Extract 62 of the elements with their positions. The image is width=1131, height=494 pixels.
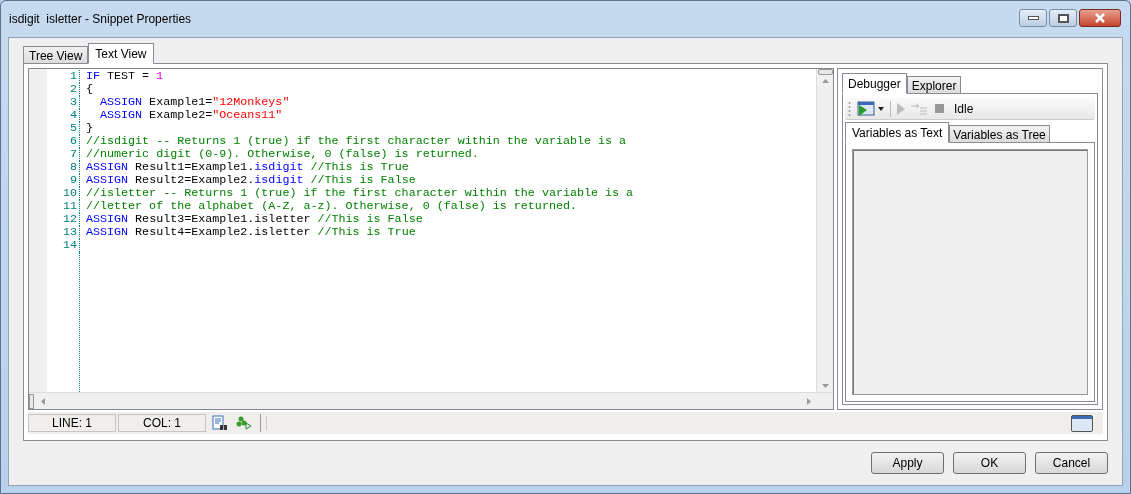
code-line: IF TEST = 1 [86,70,164,83]
code-line: //isdigit -- Returns 1 (true) if the first character within the variable is a [86,135,627,148]
play-icon[interactable] [897,102,905,115]
caret-icon [878,106,884,111]
run-dropdown-button[interactable] [857,100,884,117]
code-line: } [86,122,93,135]
code-line: ASSIGN Result2=Example2.isdigit //This is False [86,174,416,187]
minimize-button[interactable] [1019,9,1047,27]
code-line: ASSIGN Result4=Example2.isletter //This is True [86,226,416,239]
minimize-icon [1027,16,1039,20]
close-button[interactable] [1079,9,1121,27]
scroll-down-icon[interactable] [821,384,829,388]
close-icon [1094,13,1106,23]
dialog-button[interactable]: Apply [871,452,944,474]
panel-toggle-button[interactable] [1071,414,1093,432]
code-line: ASSIGN Example2="Oceans11" [99,109,283,122]
line-number: 3 [69,96,78,109]
window-title: isdigit isletter - Snippet Properties [8,11,192,28]
line-number: 14 [61,239,78,252]
scroll-up-icon[interactable] [821,79,829,83]
scrollbar-thumb[interactable] [817,69,833,75]
line-number: 9 [69,174,78,187]
line-number: 1 [69,70,78,83]
line-number: 13 [61,226,78,239]
tree-run-icon[interactable] [236,415,252,431]
code-line: ASSIGN Result1=Example1.isdigit //This is True [86,161,409,174]
line-indicator: LINE: 1 [28,414,116,432]
window-icon [1072,415,1092,419]
step-icon[interactable] [911,102,927,115]
code-line: ASSIGN Example1="12Monkeys" [99,96,290,109]
line-number: 2 [69,83,78,96]
dialog-button[interactable]: OK [953,452,1026,474]
maximize-icon [1057,13,1069,23]
code-line: //letter of the alphabet (A-Z, a-z). Otherwise, 0 (false) is returned. [86,200,577,213]
panel-tab[interactable]: Debugger [842,73,907,94]
window-play-icon [857,100,875,117]
line-number: 8 [69,161,78,174]
variables-tab[interactable]: Variables as Tree [949,125,1050,143]
code-line: { [86,83,93,96]
code-line: //isletter -- Returns 1 (true) if the first character within the variable is a [86,187,634,200]
line-number: 4 [69,109,78,122]
scrollbar-thumb[interactable] [29,393,34,409]
line-number: 12 [61,213,78,226]
dialog-button[interactable]: Cancel [1035,452,1108,474]
column-indicator: COL: 1 [118,414,206,432]
maximize-button[interactable] [1049,9,1077,27]
scroll-left-icon[interactable] [41,397,45,405]
code-line: //numeric digit (0-9). Otherwise, 0 (false) is returned. [86,148,479,161]
scroll-right-icon[interactable] [807,397,811,405]
panel-tab[interactable]: Explorer [906,76,962,94]
line-number: 11 [61,200,78,213]
view-tab[interactable]: Text View [88,43,154,64]
grip-icon [848,100,851,117]
line-number: 7 [69,148,78,161]
view-tab[interactable]: Tree View [23,46,89,64]
line-number: 10 [61,187,78,200]
document-binoculars-icon[interactable] [212,415,228,431]
debugger-status: Idle [954,100,974,118]
line-number: 5 [69,122,78,135]
code-line: ASSIGN Result3=Example1.isletter //This is False [86,213,423,226]
variables-tab[interactable]: Variables as Text [845,122,950,143]
line-number: 6 [69,135,78,148]
